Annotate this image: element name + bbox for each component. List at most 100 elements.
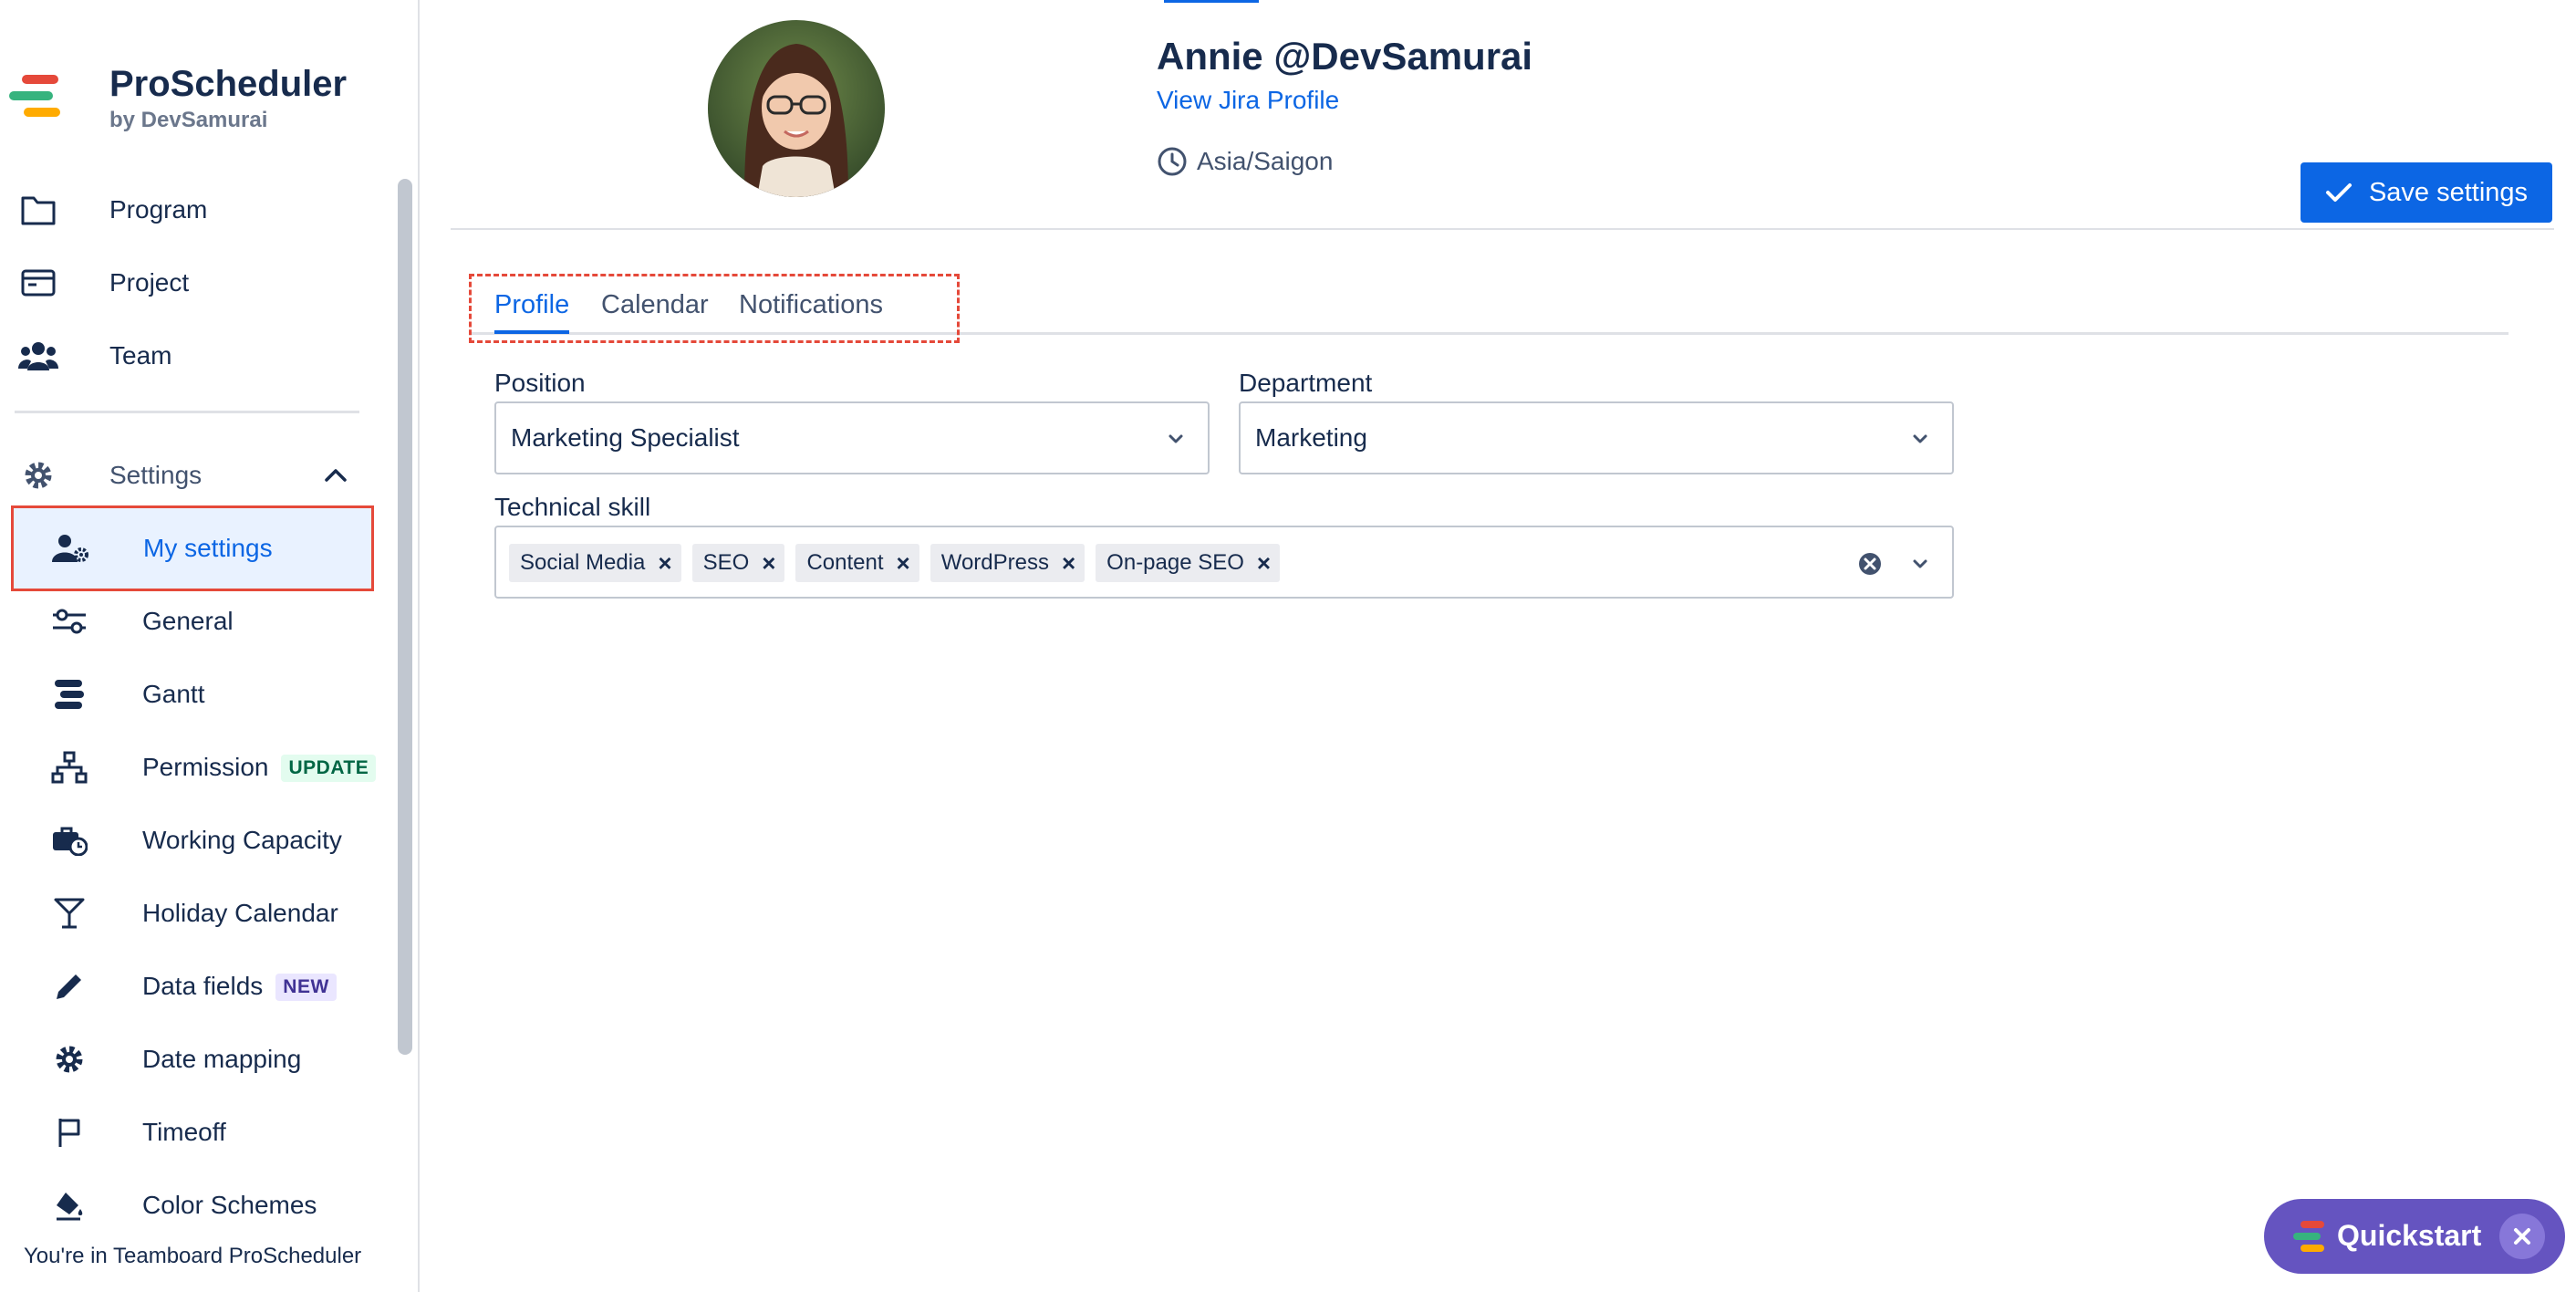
flag-icon [49,1112,89,1152]
nav-item-holiday-calendar[interactable]: Holiday Calendar [0,877,394,950]
remove-tag-icon[interactable]: × [1257,549,1271,578]
team-icon [18,336,58,376]
nav-item-label: Color Schemes [142,1191,317,1219]
chevron-down-icon [1913,434,1927,443]
nav-item-label: Timeoff [142,1118,226,1146]
gear-icon [49,1039,89,1079]
pencil-icon [49,966,89,1006]
nav-item-label: Working Capacity [142,826,342,854]
nav-item-team[interactable]: Team [0,319,394,392]
nav-scroll-area: Program Project Team Settings My setting… [0,173,394,1223]
nav-item-data-fields[interactable]: Data fields NEW [0,950,394,1023]
skill-tag: On-page SEO × [1096,544,1281,582]
nav-group-settings[interactable]: Settings [0,439,394,512]
gantt-icon [49,674,89,714]
brand-subtitle: by DevSamurai [109,108,268,132]
sidebar-divider [15,411,359,413]
sliders-icon [49,601,89,641]
tab-notifications[interactable]: Notifications [739,290,883,334]
nav-item-project[interactable]: Project [0,246,394,319]
project-icon [18,263,58,303]
nav-item-permission[interactable]: Permission UPDATE [0,731,394,804]
position-label: Position [494,369,586,397]
skill-tag: WordPress × [930,544,1085,582]
nav-item-label: Project [109,268,190,297]
data-fields-label: Data fields [142,971,264,1000]
nav-item-label: Program [109,195,208,224]
skill-tag: Social Media × [509,544,681,582]
remove-tag-icon[interactable]: × [1062,549,1075,578]
skill-tag: Content × [795,544,919,582]
skill-tag-label: SEO [702,550,750,575]
chevron-down-icon [1913,559,1927,568]
clock-icon [1158,147,1187,176]
clear-all-icon[interactable] [1857,551,1883,577]
nav-item-label: Team [109,341,172,370]
chevron-up-icon[interactable] [321,461,350,490]
position-value: Marketing Specialist [511,423,740,452]
department-value: Marketing [1255,423,1367,452]
nav-item-label: My settings [143,534,273,562]
sidebar: ProScheduler by DevSamurai Program Proje… [0,0,420,1292]
close-icon[interactable] [2499,1214,2545,1259]
view-jira-profile-link[interactable]: View Jira Profile [1157,86,1339,115]
chevron-down-icon [1169,434,1183,443]
skill-tag-label: WordPress [940,550,1049,575]
nav-item-general[interactable]: General [0,585,394,658]
position-select[interactable]: Marketing Specialist [494,401,1210,474]
nav-item-label: Data fields NEW [142,972,337,1002]
remove-tag-icon[interactable]: × [762,549,775,578]
skill-tag-label: On-page SEO [1106,550,1244,575]
paint-bucket-icon [49,1185,89,1223]
proscheduler-logo-icon [9,75,64,120]
update-badge: UPDATE [281,755,377,783]
user-name: Annie @DevSamurai [1157,35,1533,78]
save-settings-button[interactable]: Save settings [2301,162,2552,223]
department-label: Department [1239,369,1373,397]
skill-tag-label: Social Media [520,550,646,575]
nav-item-timeoff[interactable]: Timeoff [0,1096,394,1169]
quickstart-button[interactable]: Quickstart [2264,1199,2565,1274]
nav-item-label: General [142,607,234,635]
skill-tag-label: Content [806,550,884,575]
permission-label: Permission [142,752,269,781]
tab-calendar[interactable]: Calendar [601,290,709,334]
nav-item-my-settings[interactable]: My settings [11,505,374,591]
brand-header[interactable]: ProScheduler by DevSamurai [0,0,420,155]
gear-icon [18,455,58,495]
save-settings-label: Save settings [2368,177,2529,207]
check-icon [2325,183,2352,202]
nav-item-color-schemes[interactable]: Color Schemes [0,1169,394,1223]
hierarchy-icon [49,747,89,787]
technical-skill-label: Technical skill [494,493,651,521]
nav-item-gantt[interactable]: Gantt [0,658,394,731]
brand-title: ProScheduler [109,64,348,104]
nav-item-label: Permission UPDATE [142,752,377,783]
timezone: Asia/Saigon [1157,146,1333,177]
nav-group-label: Settings [109,461,203,489]
briefcase-clock-icon [49,820,89,860]
nav-item-label: Holiday Calendar [142,899,338,927]
nav-item-program[interactable]: Program [0,173,394,246]
technical-skill-multiselect[interactable]: Social Media × SEO × Content × WordPress × O… [494,526,1954,599]
folder-icon [18,190,58,230]
tab-profile[interactable]: Profile [494,290,570,334]
skill-tags: Social Media × SEO × Content × WordPress × O… [509,544,1291,582]
remove-tag-icon[interactable]: × [897,549,910,578]
department-select[interactable]: Marketing [1239,401,1954,474]
nav-item-working-capacity[interactable]: Working Capacity [0,804,394,877]
proscheduler-logo-icon [2293,1221,2326,1254]
new-badge: NEW [275,974,337,1002]
nav-item-label: Gantt [142,680,205,708]
timezone-value: Asia/Saigon [1197,147,1334,175]
sidebar-scrollbar[interactable] [398,179,412,1055]
skill-tag: SEO × [691,544,785,582]
avatar [708,20,885,197]
cocktail-icon [49,893,89,933]
remove-tag-icon[interactable]: × [658,549,671,578]
sidebar-footer: You're in Teamboard ProScheduler [0,1221,418,1292]
nav-item-label: Date mapping [142,1045,302,1073]
footer-text: You're in Teamboard ProScheduler [24,1244,362,1268]
user-gear-icon [50,528,90,568]
nav-item-date-mapping[interactable]: Date mapping [0,1023,394,1096]
